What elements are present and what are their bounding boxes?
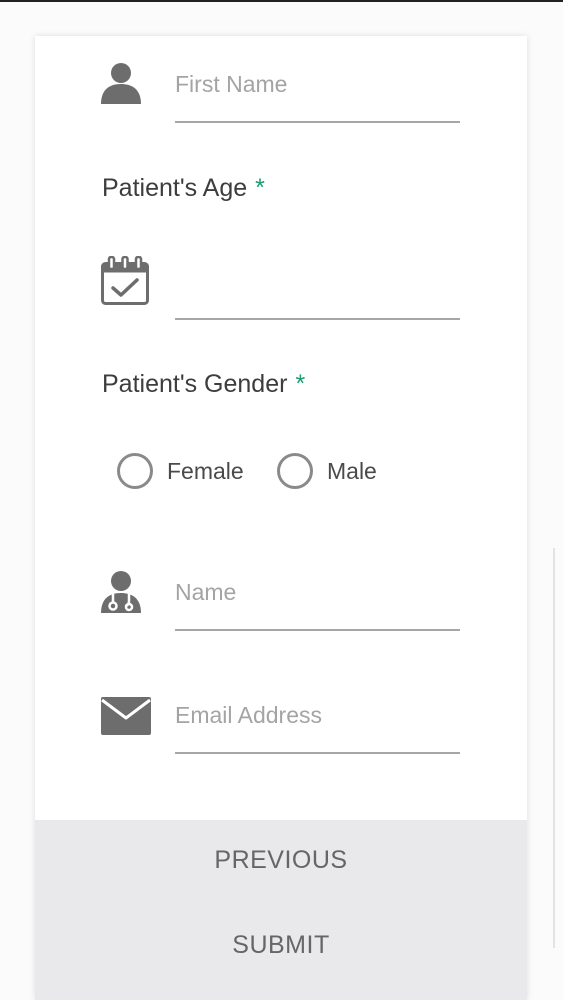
- status-bar-edge: [0, 0, 563, 2]
- first-name-field[interactable]: [175, 67, 460, 123]
- doctor-icon: [100, 570, 142, 619]
- age-underline: [175, 318, 460, 320]
- email-input[interactable]: [175, 698, 460, 732]
- doctor-name-underline: [175, 629, 460, 631]
- gender-label-text: Patient's Gender: [102, 370, 288, 398]
- age-field[interactable]: [175, 264, 460, 320]
- gender-option-female[interactable]: Female: [117, 453, 244, 489]
- calendar-check-icon: [100, 255, 150, 311]
- doctor-name-input[interactable]: [175, 575, 460, 609]
- first-name-underline: [175, 121, 460, 123]
- female-radio-button[interactable]: [117, 453, 153, 489]
- age-required-mark: *: [255, 174, 265, 202]
- age-input[interactable]: [175, 264, 460, 298]
- female-radio-label: Female: [167, 457, 244, 484]
- doctor-name-field[interactable]: [175, 575, 460, 631]
- submit-button[interactable]: SUBMIT: [35, 931, 527, 960]
- previous-button[interactable]: PREVIOUS: [35, 846, 527, 875]
- gender-required-mark: *: [295, 370, 306, 398]
- gender-option-male[interactable]: Male: [277, 453, 377, 489]
- envelope-icon: [100, 696, 152, 741]
- form-actions: PREVIOUS SUBMIT: [35, 820, 527, 1000]
- email-underline: [175, 752, 460, 754]
- scrollbar-track[interactable]: [553, 548, 555, 948]
- first-name-input[interactable]: [175, 67, 460, 101]
- male-radio-label: Male: [327, 457, 377, 484]
- age-label-text: Patient's Age: [102, 174, 248, 202]
- gender-label: Patient's Gender *: [102, 370, 305, 399]
- age-label: Patient's Age *: [102, 174, 265, 203]
- email-field[interactable]: [175, 698, 460, 754]
- person-icon: [100, 62, 142, 111]
- male-radio-button[interactable]: [277, 453, 313, 489]
